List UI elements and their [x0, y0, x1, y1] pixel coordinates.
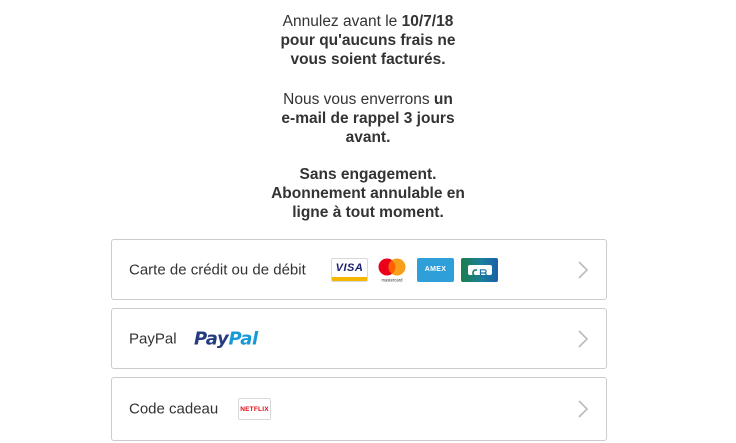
paypal-logo-pal: Pal	[228, 328, 258, 349]
payment-option-paypal-label: PayPal	[129, 330, 177, 347]
cancel-notice-line3: vous soient facturés.	[290, 51, 446, 68]
cancel-date: 10/7/18	[401, 13, 454, 30]
cancel-notice-line2: pour qu'aucuns frais ne	[280, 32, 456, 49]
payment-option-card[interactable]: Carte de crédit ou de débit VISA masterc…	[111, 239, 607, 300]
netflix-logo: NETFLIX	[238, 398, 271, 420]
cb-logo	[461, 257, 498, 282]
netflix-logo-text: NETFLIX	[240, 405, 269, 413]
payment-option-gift-code[interactable]: Code cadeau NETFLIX	[111, 377, 607, 441]
reminder-notice-line2: e-mail de rappel 3 jours	[281, 110, 455, 127]
chevron-right-icon	[578, 260, 589, 279]
card-logos: VISA mastercard AMEX	[331, 257, 505, 282]
cancel-notice-prefix: Annulez avant le	[282, 13, 402, 30]
amex-logo-text: AMEX	[424, 266, 447, 273]
cancel-notice: Annulez avant le 10/7/18 pour qu'aucuns …	[0, 12, 736, 69]
commitment-line3: ligne à tout moment.	[292, 204, 444, 221]
cb-logo-icon	[471, 268, 487, 277]
amex-logo: AMEX	[417, 257, 454, 282]
reminder-notice-prefix: Nous vous enverrons	[283, 91, 434, 108]
mastercard-logo: mastercard	[375, 258, 409, 282]
chevron-right-icon	[578, 329, 589, 348]
mastercard-logo-text: mastercard	[382, 277, 404, 282]
payment-option-card-label: Carte de crédit ou de débit	[129, 261, 306, 278]
payment-option-gift-code-label: Code cadeau	[129, 400, 219, 418]
commitment-line1: Sans engagement.	[299, 166, 437, 183]
mastercard-logo-icon: mastercard	[378, 258, 406, 282]
reminder-notice-bold: un	[433, 91, 453, 108]
payment-option-paypal[interactable]: PayPal PayPal	[111, 308, 607, 369]
chevron-right-icon	[578, 400, 589, 418]
commitment-notice: Sans engagement. Abonnement annulable en…	[0, 165, 736, 222]
commitment-line2: Abonnement annulable en	[271, 185, 465, 202]
paypal-logo-pay: Pay	[194, 328, 229, 349]
visa-logo: VISA	[331, 257, 368, 282]
reminder-notice: Nous vous enverrons un e-mail de rappel …	[0, 90, 736, 147]
visa-logo-text: VISA	[335, 262, 364, 274]
paypal-logo: PayPal	[194, 328, 258, 349]
reminder-notice-line3: avant.	[345, 129, 391, 146]
